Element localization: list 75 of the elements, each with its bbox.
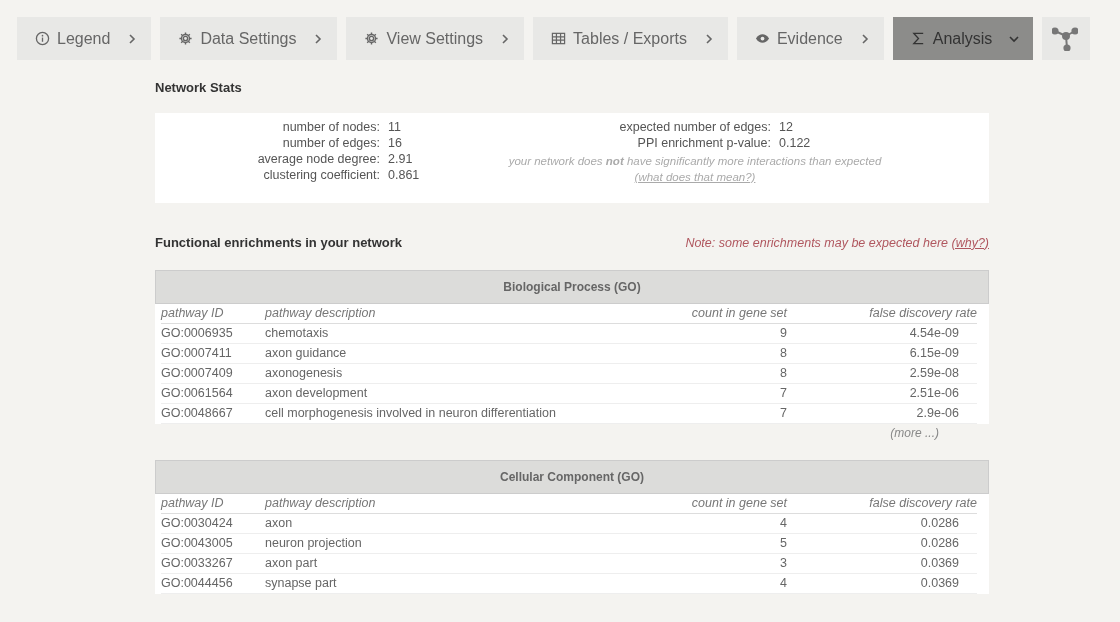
stat-label: number of nodes: [281,119,380,135]
network-icon [1052,26,1079,51]
column-header: false discovery rate [787,304,977,324]
table-cell: synapse part [265,574,617,594]
gear-icon [364,31,380,46]
table-cell: axon guidance [265,344,617,364]
stat-label: PPI enrichment p-value: [636,135,771,151]
table-cell: 2.51e-06 [787,384,977,404]
table-cell: neuron projection [265,534,617,554]
table-cell: GO:0043005 [161,534,265,554]
stat-value: 11 [388,119,402,135]
table-cell: 2.59e-08 [787,364,977,384]
table-cell: 6.15e-09 [787,344,977,364]
stat-label: expected number of edges: [618,119,771,135]
more-link[interactable]: (more ...) [890,426,939,440]
table-cell: GO:0033267 [161,554,265,574]
table-cell: 4 [617,574,787,594]
column-header: count in gene set [617,494,787,514]
column-header: pathway description [265,304,617,324]
stat-label: number of edges: [281,135,380,151]
stat-value: 2.91 [388,151,414,167]
table-cell: GO:0007409 [161,364,265,384]
stats-note: your network does not have significantly more interactions than expected (what does that mean?) [507,154,883,185]
table-cell: chemotaxis [265,324,617,344]
table-cell: 3 [617,554,787,574]
table-icon [551,31,567,46]
table-cell: 7 [617,384,787,404]
enrichment-note: Note: some enrichments may be expected here (why?) [685,235,989,250]
table-cell: axon [265,514,617,534]
column-header: pathway ID [161,494,265,514]
stat-label: average node degree: [256,151,380,167]
tab[interactable]: Evidence [736,17,884,60]
gear-icon [178,31,194,46]
stat-value: 0.122 [779,135,812,151]
table-cell: 0.0286 [787,534,977,554]
table-title: Cellular Component (GO) [155,460,989,494]
column-header: count in gene set [617,304,787,324]
table-cell: axon part [265,554,617,574]
tab[interactable]: View Settings [346,17,525,60]
table-cell: 9 [617,324,787,344]
section-heading: Functional enrichments in your network [155,235,403,250]
table-cell: 5 [617,534,787,554]
tab[interactable]: Analysis [892,17,1034,60]
table-title: Biological Process (GO) [155,270,989,304]
table-cell: axon development [265,384,617,404]
column-header: false discovery rate [787,494,977,514]
table-cell: 8 [617,344,787,364]
tab[interactable] [1042,17,1091,60]
stat-value: 0.861 [388,167,421,183]
sigma-icon [910,31,926,46]
tab[interactable]: Tables / Exports [533,17,728,60]
tab[interactable]: Data Settings [160,17,338,60]
table-cell: GO:0030424 [161,514,265,534]
table-cell: axonogenesis [265,364,617,384]
info-icon [35,31,50,46]
table-cell: 4 [617,514,787,534]
help-link[interactable]: (what does that mean?) [634,171,756,183]
table-cell: 4.54e-09 [787,324,977,344]
stat-value: 12 [779,119,794,135]
table-cell: GO:0044456 [161,574,265,594]
stat-label: clustering coefficient: [262,167,380,183]
tab[interactable]: Legend [17,17,152,60]
table-cell: GO:0061564 [161,384,265,404]
table-cell: GO:0006935 [161,324,265,344]
stat-value: 16 [388,135,403,151]
column-header: pathway description [265,494,617,514]
eye-icon [754,31,770,46]
table-cell: 8 [617,364,787,384]
table-cell: 0.0286 [787,514,977,534]
section-heading: Network Stats [155,80,243,95]
table-cell: GO:0007411 [161,344,265,364]
table-cell: 0.0369 [787,554,977,574]
help-link[interactable]: (why?) [951,235,989,250]
column-header: pathway ID [161,304,265,324]
table-cell: 0.0369 [787,574,977,594]
